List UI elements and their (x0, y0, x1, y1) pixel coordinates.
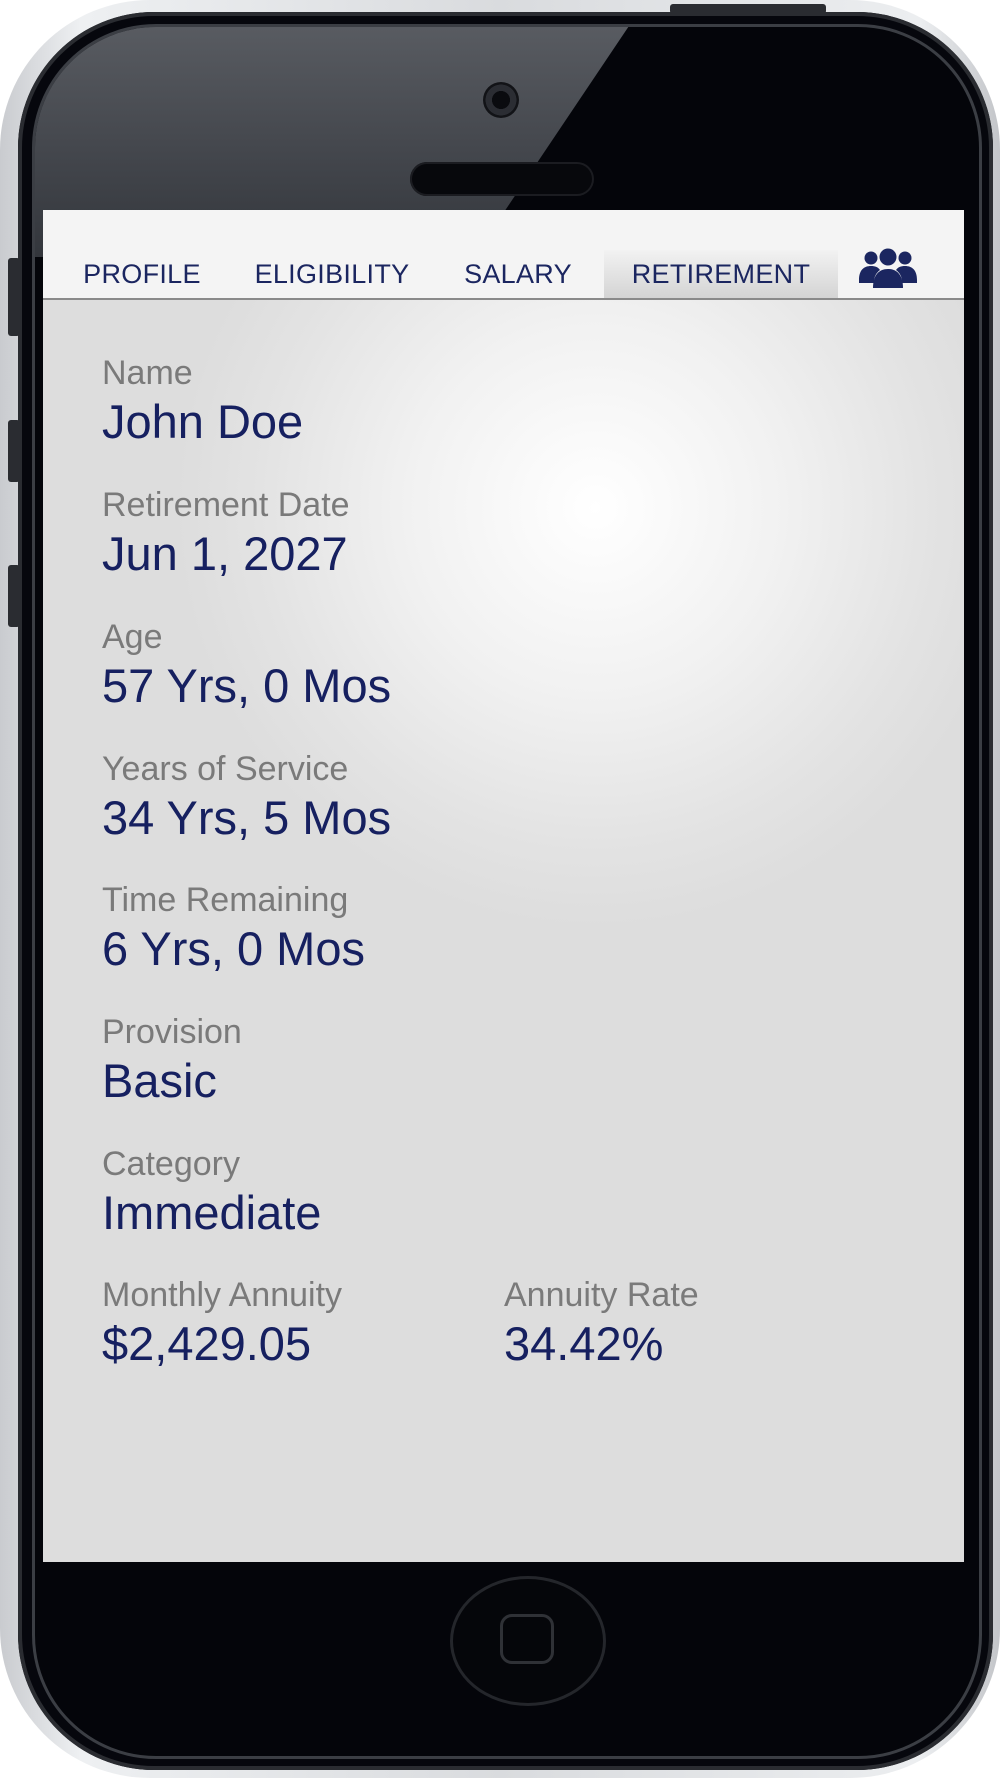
tab-salary[interactable]: SALARY (453, 250, 583, 298)
years-of-service-label: Years of Service (102, 750, 349, 788)
category-label: Category (102, 1145, 240, 1183)
retirement-date-label: Retirement Date (102, 486, 350, 524)
app-screen: PROFILE ELIGIBILITY SALARY RETIREMENT Na… (43, 210, 964, 1562)
tab-profile[interactable]: PROFILE (71, 250, 213, 298)
age-value: 57 Yrs, 0 Mos (102, 659, 392, 712)
retirement-date-value: Jun 1, 2027 (102, 527, 348, 580)
provision-label: Provision (102, 1013, 242, 1051)
tab-eligibility[interactable]: ELIGIBILITY (239, 250, 425, 298)
earpiece-speaker (410, 162, 594, 196)
people-group-icon[interactable] (858, 246, 918, 290)
name-label: Name (102, 354, 193, 392)
time-remaining-value: 6 Yrs, 0 Mos (102, 922, 365, 975)
annuity-rate-value: 34.42% (504, 1317, 664, 1370)
category-value: Immediate (102, 1186, 322, 1239)
annuity-rate-label: Annuity Rate (504, 1276, 699, 1314)
home-button[interactable] (450, 1576, 606, 1706)
home-square-icon (500, 1614, 554, 1664)
years-of-service-value: 34 Yrs, 5 Mos (102, 791, 392, 844)
tab-retirement[interactable]: RETIREMENT (604, 250, 838, 298)
age-label: Age (102, 618, 163, 656)
monthly-annuity-label: Monthly Annuity (102, 1276, 343, 1314)
monthly-annuity-value: $2,429.05 (102, 1317, 312, 1370)
provision-value: Basic (102, 1054, 217, 1107)
tab-bar: PROFILE ELIGIBILITY SALARY RETIREMENT (43, 210, 964, 300)
name-value: John Doe (102, 395, 304, 448)
time-remaining-label: Time Remaining (102, 881, 349, 919)
front-camera (483, 82, 519, 118)
